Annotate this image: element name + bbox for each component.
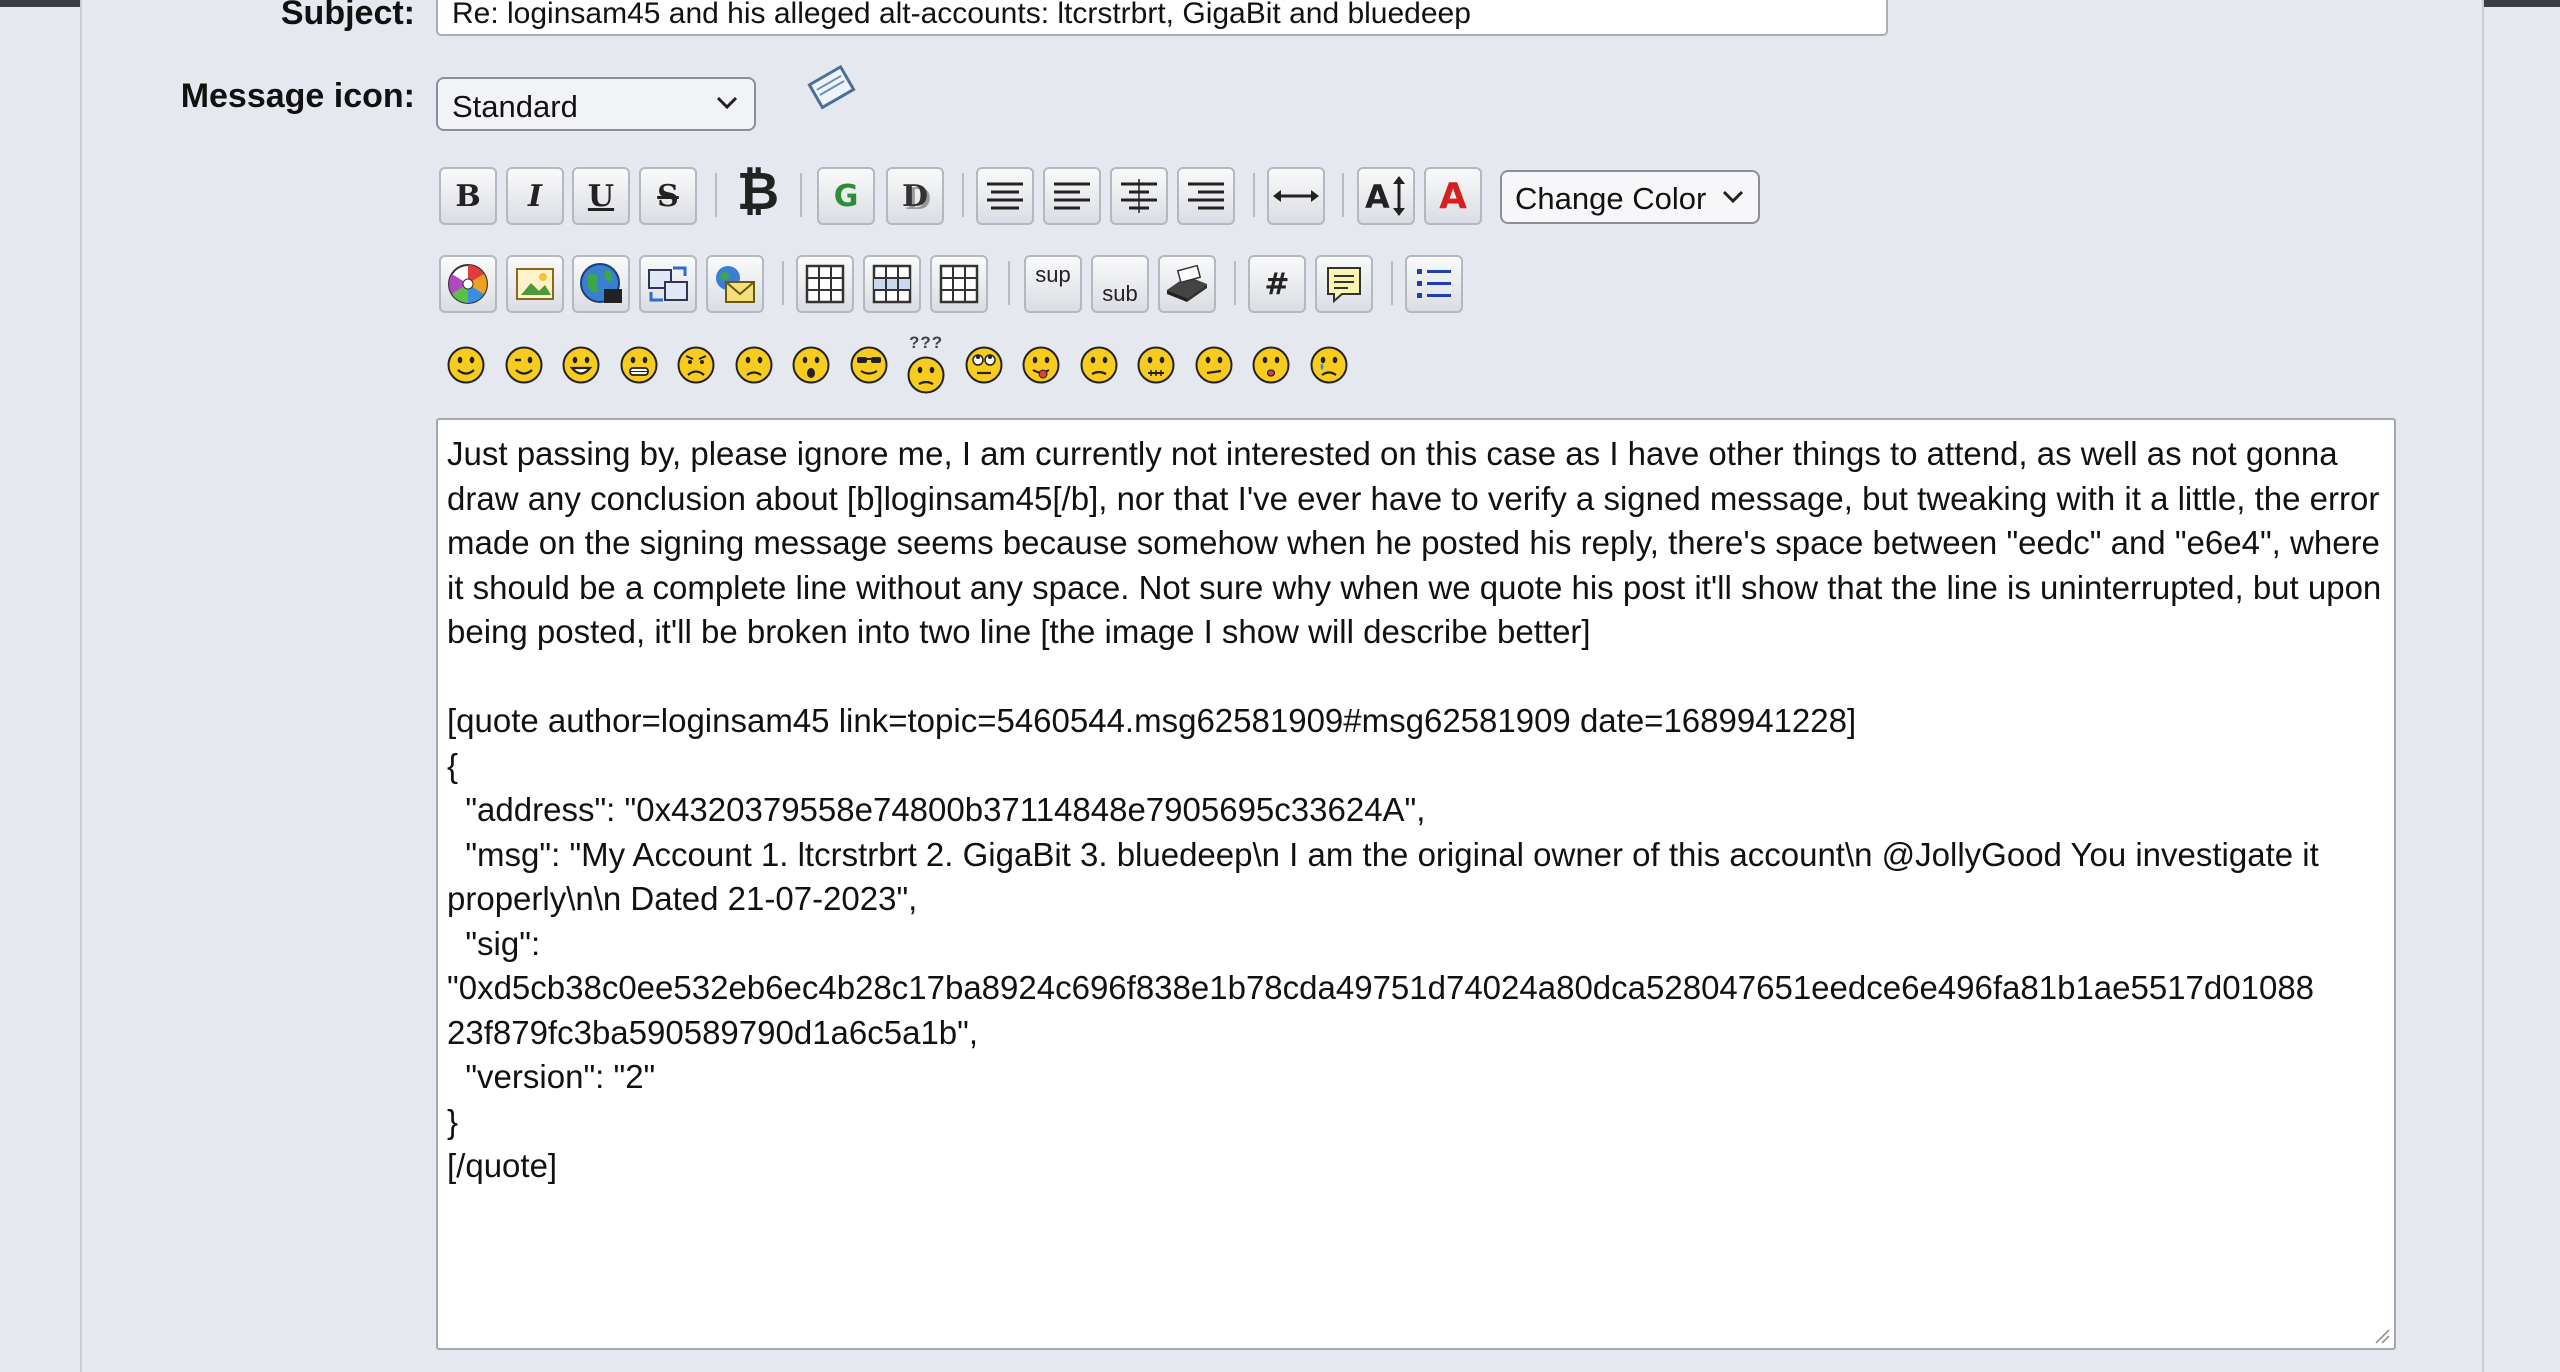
smiley-rolleyes-icon[interactable]	[964, 345, 1004, 385]
change-color-select[interactable]: Change Color	[1500, 170, 1760, 224]
superscript-button[interactable]: sup	[1024, 255, 1082, 313]
list-button[interactable]	[1405, 255, 1463, 313]
email-icon	[716, 266, 755, 303]
center-align-button[interactable]	[1110, 167, 1168, 225]
smiley-cheesy-icon[interactable]	[561, 345, 601, 385]
insert-ftp-button[interactable]	[639, 255, 697, 313]
strikethrough-icon: S	[657, 178, 679, 214]
font-color-button[interactable]: A	[1424, 167, 1482, 225]
smiley-kiss-icon[interactable]	[1251, 345, 1291, 385]
smiley-embarrassed-icon[interactable]	[1079, 345, 1119, 385]
bold-icon: B	[455, 178, 481, 214]
glow-button[interactable]: G	[817, 167, 875, 225]
horizontal-rule-button[interactable]	[1267, 167, 1325, 225]
insert-table-column-button[interactable]	[930, 255, 988, 313]
toolbar-separator	[782, 261, 784, 305]
image-icon	[516, 268, 554, 300]
toolbar-separator	[715, 173, 717, 217]
typewriter-icon	[1167, 264, 1207, 302]
toolbar-separator	[1234, 261, 1236, 305]
underline-button[interactable]: U	[572, 167, 630, 225]
toolbar-separator	[1253, 173, 1255, 217]
preformatted-button[interactable]	[976, 167, 1034, 225]
bitcoin-icon: ₿	[736, 162, 780, 222]
smiley-wink-icon[interactable]	[504, 345, 544, 385]
subject-input[interactable]: Re: loginsam45 and his alleged alt-accou…	[436, 0, 1888, 36]
shadow-button[interactable]: D	[886, 167, 944, 225]
font-size-icon: A	[1365, 176, 1405, 216]
insert-image-button[interactable]	[506, 255, 564, 313]
smiley-grin-icon[interactable]	[619, 345, 659, 385]
insert-table-row-button[interactable]	[863, 255, 921, 313]
smiley-shocked-icon[interactable]	[791, 345, 831, 385]
align-left-icon	[1054, 182, 1090, 210]
align-right-icon	[1188, 182, 1224, 210]
insert-table-button[interactable]	[796, 255, 854, 313]
toolbar-separator	[1008, 261, 1010, 305]
code-icon: #	[1264, 266, 1290, 302]
smiley-undecided-icon[interactable]	[1194, 345, 1234, 385]
smiley-tongue-icon[interactable]	[1021, 345, 1061, 385]
toolbar-separator	[1342, 173, 1344, 217]
message-icon-preview	[807, 64, 856, 110]
horizontal-rule-icon	[1273, 190, 1319, 202]
huh-question-marks: ???	[909, 333, 944, 352]
code-button[interactable]: #	[1248, 255, 1306, 313]
left-align-button[interactable]	[1043, 167, 1101, 225]
flash-icon	[448, 264, 488, 304]
teletype-button[interactable]	[1158, 255, 1216, 313]
quote-button[interactable]	[1315, 255, 1373, 313]
globe-icon	[580, 263, 622, 303]
ftp-icon	[648, 266, 688, 302]
message-textarea[interactable]: Just passing by, please ignore me, I am …	[436, 418, 2396, 1350]
bitcoin-button[interactable]: ₿	[729, 162, 787, 222]
insert-link-button[interactable]	[572, 255, 630, 313]
table-icon	[805, 264, 845, 304]
strikethrough-button[interactable]: S	[639, 167, 697, 225]
subject-label: Subject:	[280, 0, 415, 32]
underline-icon: U	[587, 178, 615, 214]
message-icon-label: Message icon:	[180, 77, 415, 115]
bold-button[interactable]: B	[439, 167, 497, 225]
chevron-down-icon	[716, 96, 738, 110]
message-icon-selected: Standard	[452, 89, 578, 124]
message-icon-select[interactable]: Standard	[436, 77, 756, 131]
font-size-button[interactable]: A	[1357, 167, 1415, 225]
shadow-icon: D	[901, 178, 928, 214]
toolbar-separator	[962, 173, 964, 217]
smiley-cool-icon[interactable]	[849, 345, 889, 385]
list-icon	[1417, 269, 1451, 298]
table-row-icon	[872, 264, 912, 304]
smiley-cry-icon[interactable]	[1309, 345, 1349, 385]
table-column-icon	[939, 264, 979, 304]
toolbar-separator	[800, 173, 802, 217]
flash-button[interactable]	[439, 255, 497, 313]
toolbar-separator	[1391, 261, 1393, 305]
insert-email-button[interactable]	[706, 255, 764, 313]
italic-button[interactable]: I	[506, 167, 564, 225]
svg-text:A: A	[1365, 178, 1390, 216]
right-align-button[interactable]	[1177, 167, 1235, 225]
subscript-icon: sub	[1102, 281, 1138, 306]
subscript-button[interactable]: sub	[1091, 255, 1149, 313]
font-color-icon: A	[1439, 175, 1467, 217]
change-color-label: Change Color	[1515, 181, 1707, 216]
smiley-angry-icon[interactable]	[676, 345, 716, 385]
superscript-icon: sup	[1035, 262, 1071, 287]
resize-grip-icon[interactable]	[2372, 1326, 2390, 1344]
preformatted-icon	[987, 182, 1023, 210]
quote-icon	[1327, 267, 1361, 304]
smiley-smiley-icon[interactable]	[446, 345, 486, 385]
italic-icon: I	[527, 178, 543, 214]
smiley-sad-icon[interactable]	[734, 345, 774, 385]
align-center-icon	[1121, 179, 1157, 213]
smiley-lips-sealed-icon[interactable]	[1136, 345, 1176, 385]
smiley-huh-icon[interactable]	[906, 355, 946, 395]
chevron-down-icon	[1722, 190, 1744, 204]
glow-icon: G	[833, 178, 859, 214]
